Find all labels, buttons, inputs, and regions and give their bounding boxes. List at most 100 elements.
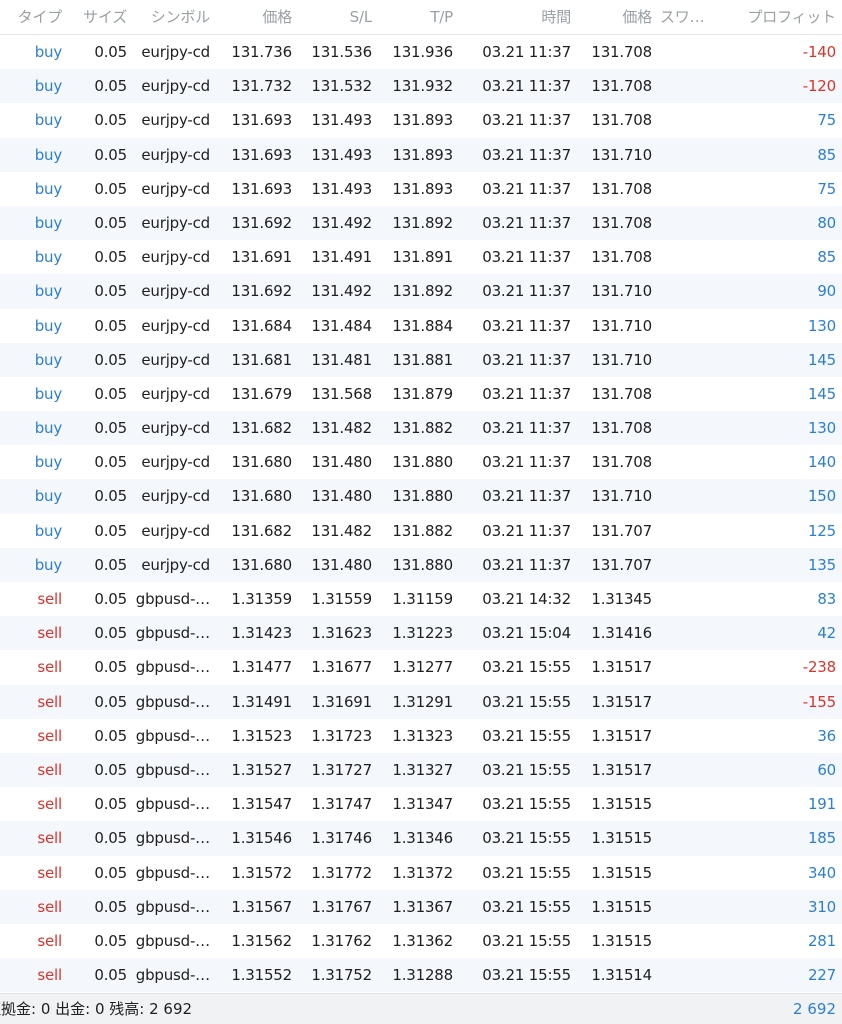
type-cell: sell	[37, 795, 62, 814]
current-price-cell: 131.710	[591, 145, 652, 164]
size-cell: 0.05	[94, 248, 127, 267]
size-cell: 0.05	[94, 760, 127, 779]
table-row[interactable]: buy 0.05 eurjpy-cd 131.692 131.492 131.892 03.…	[0, 274, 842, 309]
current-price-cell: 1.31515	[591, 931, 652, 950]
table-row[interactable]: buy 0.05 eurjpy-cd 131.679 131.568 131.879 03.…	[0, 377, 842, 411]
current-price-cell: 1.31517	[591, 692, 652, 711]
table-row[interactable]: buy 0.05 eurjpy-cd 131.693 131.493 131.893 03.…	[0, 137, 842, 172]
take-profit-cell: 1.31372	[392, 863, 453, 882]
table-row[interactable]: sell 0.05 gbpusd-… 1.31546 1.31746 1.31346 03.…	[0, 821, 842, 856]
type-cell: sell	[37, 829, 62, 848]
header-tp[interactable]: T/P	[374, 0, 453, 34]
table-row[interactable]: buy 0.05 eurjpy-cd 131.680 131.480 131.880 03.…	[0, 547, 842, 582]
current-price-cell: 131.708	[591, 248, 652, 267]
take-profit-cell: 1.31223	[392, 624, 453, 643]
current-price-cell: 131.708	[591, 453, 652, 472]
symbol-cell: eurjpy-cd	[141, 384, 210, 403]
profit-cell: 281	[807, 931, 836, 950]
table-row[interactable]: sell 0.05 gbpusd-… 1.31552 1.31752 1.31288 03.…	[0, 958, 842, 993]
header-type[interactable]: タイプ	[0, 0, 62, 34]
take-profit-cell: 1.31362	[392, 931, 453, 950]
table-row[interactable]: buy 0.05 eurjpy-cd 131.684 131.484 131.884 03.…	[0, 309, 842, 343]
header-symbol[interactable]: シンボル	[132, 0, 210, 34]
open-price-cell: 1.31547	[231, 795, 292, 814]
size-cell: 0.05	[94, 692, 127, 711]
header-sl[interactable]: S/L	[294, 0, 372, 34]
current-price-cell: 1.31514	[591, 966, 652, 985]
type-cell: buy	[34, 487, 62, 506]
stop-loss-cell: 1.31723	[311, 726, 372, 745]
symbol-cell: eurjpy-cd	[141, 111, 210, 130]
type-cell: buy	[34, 316, 62, 335]
symbol-cell: gbpusd-…	[135, 897, 210, 916]
symbol-cell: eurjpy-cd	[141, 213, 210, 232]
current-price-cell: 131.707	[591, 521, 652, 540]
table-row[interactable]: sell 0.05 gbpusd-… 1.31359 1.31559 1.31159 03.…	[0, 582, 842, 616]
table-row[interactable]: buy 0.05 eurjpy-cd 131.681 131.481 131.881 03.…	[0, 342, 842, 377]
table-row[interactable]: buy 0.05 eurjpy-cd 131.732 131.532 131.932 03.…	[0, 69, 842, 104]
profit-cell: 145	[807, 384, 836, 403]
open-price-cell: 131.736	[231, 43, 292, 61]
header-time[interactable]: 時間	[455, 0, 571, 34]
open-time-cell: 03.21 15:55	[482, 863, 571, 882]
open-price-cell: 1.31562	[231, 931, 292, 950]
type-cell: buy	[34, 248, 62, 267]
table-row[interactable]: buy 0.05 eurjpy-cd 131.682 131.482 131.882 03.…	[0, 514, 842, 548]
open-price-cell: 131.680	[231, 487, 292, 506]
profit-cell: 36	[817, 726, 836, 745]
take-profit-cell: 1.31291	[392, 692, 453, 711]
symbol-cell: gbpusd-…	[135, 590, 210, 608]
table-row[interactable]: sell 0.05 gbpusd-… 1.31491 1.31691 1.31291 03.…	[0, 684, 842, 719]
stop-loss-cell: 1.31677	[311, 658, 372, 677]
take-profit-cell: 1.31277	[392, 658, 453, 677]
table-row[interactable]: sell 0.05 gbpusd-… 1.31423 1.31623 1.31223 03.…	[0, 616, 842, 651]
symbol-cell: eurjpy-cd	[141, 316, 210, 335]
symbol-cell: gbpusd-…	[135, 829, 210, 848]
table-row[interactable]: buy 0.05 eurjpy-cd 131.736 131.536 131.936 03.…	[0, 35, 842, 69]
type-cell: sell	[37, 692, 62, 711]
stop-loss-cell: 131.536	[311, 43, 372, 61]
open-price-cell: 131.692	[231, 282, 292, 301]
current-price-cell: 1.31416	[591, 624, 652, 643]
stop-loss-cell: 1.31747	[311, 795, 372, 814]
table-row[interactable]: sell 0.05 gbpusd-… 1.31477 1.31677 1.31277 03.…	[0, 650, 842, 684]
header-profit[interactable]: プロフィット	[724, 0, 836, 34]
table-row[interactable]: sell 0.05 gbpusd-… 1.31547 1.31747 1.31347 03.…	[0, 787, 842, 821]
table-row[interactable]: buy 0.05 eurjpy-cd 131.680 131.480 131.880 03.…	[0, 479, 842, 514]
profit-cell: 145	[807, 350, 836, 369]
header-swap[interactable]: スワ…	[660, 0, 718, 34]
profit-cell: 85	[817, 145, 836, 164]
positions-list: buy 0.05 eurjpy-cd 131.736 131.536 131.936 03.…	[0, 35, 842, 993]
open-price-cell: 1.31477	[231, 658, 292, 677]
type-cell: buy	[34, 419, 62, 438]
table-row[interactable]: buy 0.05 eurjpy-cd 131.692 131.492 131.892 03.…	[0, 205, 842, 241]
table-row[interactable]: buy 0.05 eurjpy-cd 131.693 131.493 131.893 03.…	[0, 172, 842, 206]
table-row[interactable]: sell 0.05 gbpusd-… 1.31527 1.31727 1.31327 03.…	[0, 752, 842, 788]
table-row[interactable]: buy 0.05 eurjpy-cd 131.682 131.482 131.882 03.…	[0, 411, 842, 446]
table-row[interactable]: sell 0.05 gbpusd-… 1.31562 1.31762 1.31362 03.…	[0, 924, 842, 958]
open-time-cell: 03.21 15:55	[482, 931, 571, 950]
current-price-cell: 1.31345	[591, 590, 652, 608]
table-row[interactable]: buy 0.05 eurjpy-cd 131.691 131.491 131.891 03.…	[0, 240, 842, 274]
table-row[interactable]: sell 0.05 gbpusd-… 1.31572 1.31772 1.31372 03.…	[0, 856, 842, 890]
open-price-cell: 1.31546	[231, 829, 292, 848]
header-price[interactable]: 価格	[212, 0, 292, 34]
take-profit-cell: 1.31159	[392, 590, 453, 608]
profit-cell: 227	[807, 966, 836, 985]
profit-cell: 310	[807, 897, 836, 916]
size-cell: 0.05	[94, 43, 127, 61]
stop-loss-cell: 131.493	[311, 145, 372, 164]
take-profit-cell: 131.893	[392, 111, 453, 130]
open-price-cell: 131.681	[231, 350, 292, 369]
table-row[interactable]: buy 0.05 eurjpy-cd 131.680 131.480 131.880 03.…	[0, 445, 842, 479]
open-price-cell: 131.684	[231, 316, 292, 335]
type-cell: buy	[34, 453, 62, 472]
open-time-cell: 03.21 15:55	[482, 760, 571, 779]
open-price-cell: 131.680	[231, 555, 292, 574]
header-size[interactable]: サイズ	[64, 0, 127, 34]
header-current-price[interactable]: 価格	[573, 0, 652, 34]
table-row[interactable]: sell 0.05 gbpusd-… 1.31523 1.31723 1.31323 03.…	[0, 719, 842, 753]
size-cell: 0.05	[94, 590, 127, 608]
table-row[interactable]: sell 0.05 gbpusd-… 1.31567 1.31767 1.31367 03.…	[0, 889, 842, 924]
table-row[interactable]: buy 0.05 eurjpy-cd 131.693 131.493 131.893 03.…	[0, 103, 842, 137]
